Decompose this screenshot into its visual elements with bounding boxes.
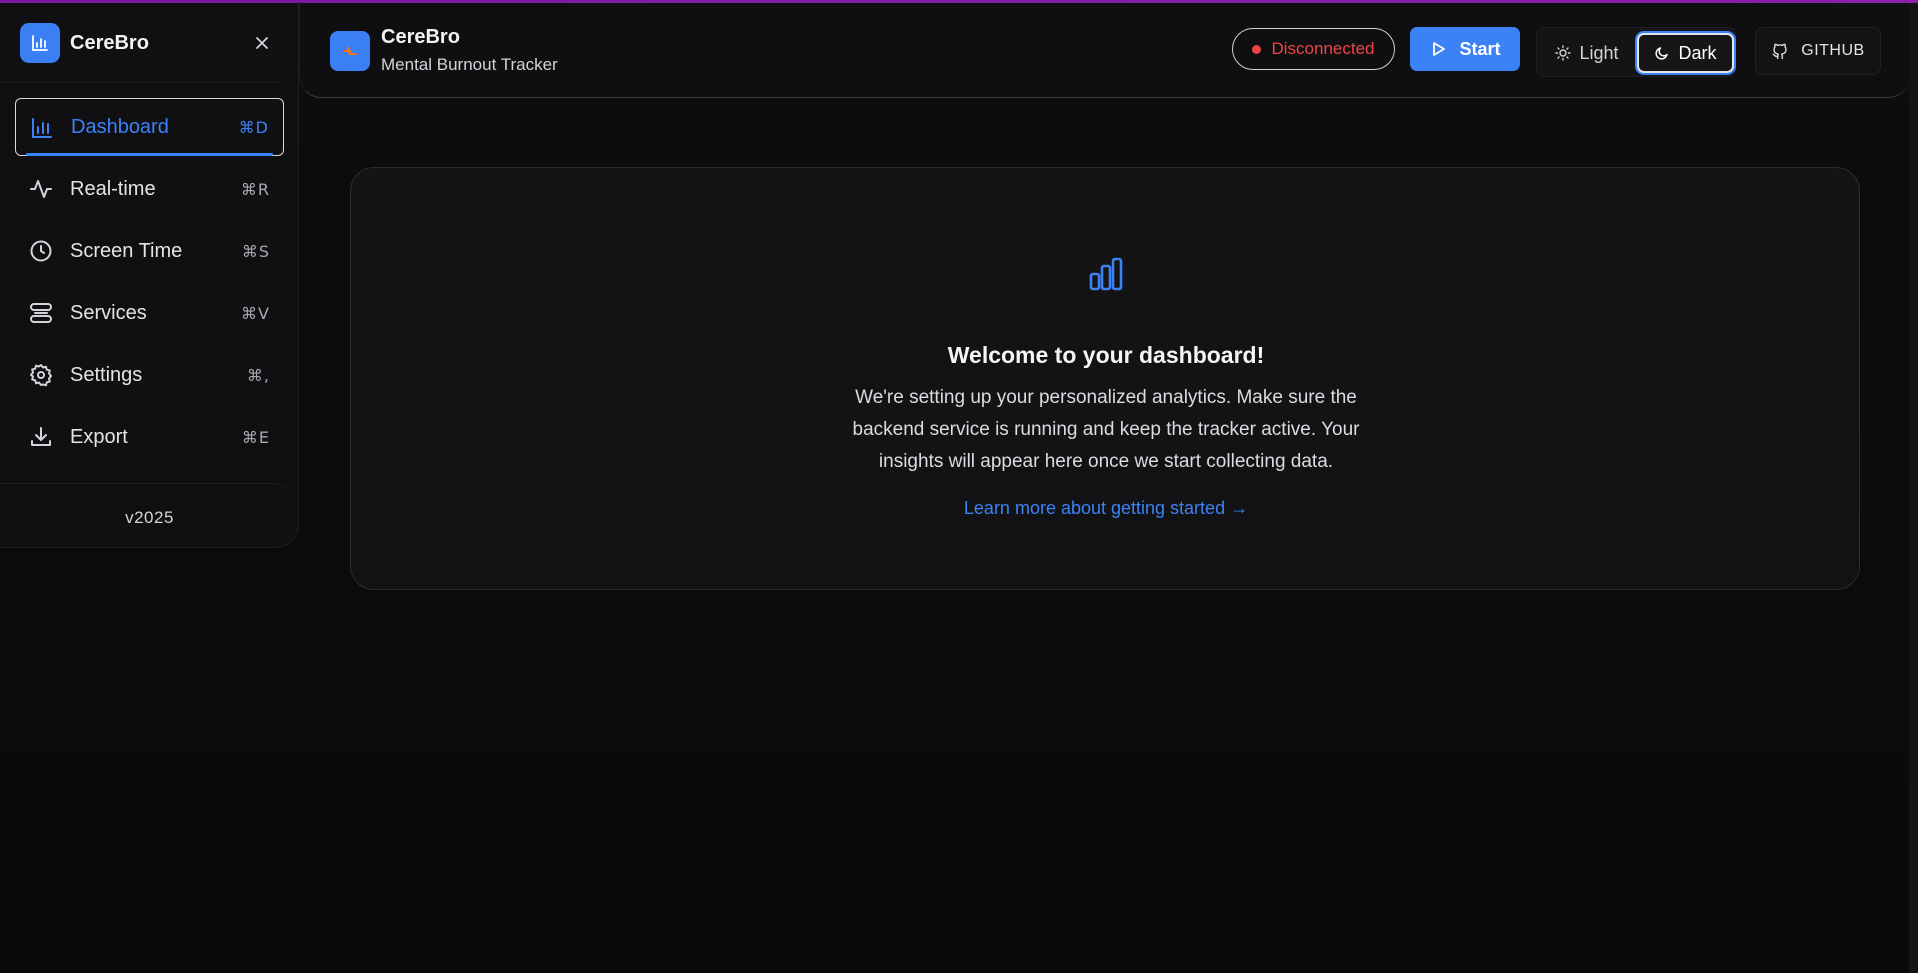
server-icon	[29, 301, 53, 325]
brand-logo-icon	[20, 23, 60, 63]
github-button[interactable]: GITHUB	[1755, 27, 1881, 75]
theme-toggle-group: Light Dark	[1536, 27, 1736, 77]
bar-chart-icon	[30, 116, 54, 140]
connection-status-badge: Disconnected	[1232, 28, 1395, 70]
sidebar: CereBro Dashboard ⌘D Real-time ⌘R Screen…	[0, 3, 299, 548]
clock-icon	[29, 239, 53, 263]
shortcut-hint: ⌘D	[238, 117, 269, 137]
github-icon	[1772, 43, 1787, 60]
shortcut-hint: ⌘S	[241, 241, 270, 261]
sidebar-item-label: Services	[70, 301, 147, 324]
sidebar-item-screen-time[interactable]: Screen Time ⌘S	[15, 222, 284, 280]
download-icon	[29, 425, 53, 449]
app-logo-icon	[330, 31, 370, 71]
brand-name: CereBro	[70, 32, 149, 54]
app-subtitle: Mental Burnout Tracker	[381, 55, 558, 74]
status-text: Disconnected	[1271, 39, 1375, 58]
close-sidebar-button[interactable]	[250, 31, 274, 55]
version-label: v2025	[125, 508, 174, 527]
sidebar-item-real-time[interactable]: Real-time ⌘R	[15, 160, 284, 218]
sun-icon	[1555, 45, 1572, 61]
sidebar-item-services[interactable]: Services ⌘V	[15, 284, 284, 342]
gear-icon	[29, 363, 53, 387]
shortcut-hint: ⌘R	[240, 179, 270, 199]
getting-started-link[interactable]: Learn more about getting started →	[351, 498, 1861, 519]
play-icon	[1433, 42, 1446, 56]
sidebar-item-label: Dashboard	[71, 115, 169, 138]
sidebar-item-label: Real-time	[70, 177, 156, 200]
start-button-label: Start	[1459, 38, 1501, 59]
shortcut-hint: ⌘E	[241, 427, 270, 447]
start-button[interactable]: Start	[1410, 27, 1520, 71]
sidebar-item-label: Settings	[70, 363, 143, 386]
sidebar-item-dashboard[interactable]: Dashboard ⌘D	[15, 98, 284, 156]
welcome-message: We're setting up your personalized analy…	[852, 387, 1360, 472]
activity-icon	[29, 177, 53, 201]
sidebar-item-label: Export	[70, 425, 128, 448]
bar-chart-icon	[1088, 256, 1124, 292]
shortcut-hint: ⌘V	[241, 303, 270, 323]
sidebar-footer: v2025	[0, 483, 299, 548]
welcome-title: Welcome to your dashboard!	[947, 342, 1265, 368]
theme-dark-button[interactable]: Dark	[1637, 33, 1734, 73]
theme-light-button[interactable]: Light	[1545, 33, 1629, 73]
sidebar-brand: CereBro	[0, 3, 299, 83]
app-title: CereBro	[381, 26, 460, 48]
github-label: GITHUB	[1801, 42, 1865, 59]
sidebar-nav: Dashboard ⌘D Real-time ⌘R Screen Time ⌘S	[15, 98, 284, 470]
sidebar-item-export[interactable]: Export ⌘E	[15, 408, 284, 466]
close-icon	[256, 37, 268, 49]
theme-dark-label: Dark	[1678, 42, 1717, 63]
status-dot-icon	[1252, 44, 1262, 54]
welcome-card: Welcome to your dashboard! We're setting…	[350, 167, 1860, 590]
top-header: CereBro Mental Burnout Tracker Disconnec…	[299, 3, 1910, 98]
theme-light-label: Light	[1579, 42, 1619, 63]
moon-icon	[1655, 47, 1669, 60]
sidebar-item-label: Screen Time	[70, 239, 183, 262]
sidebar-item-settings[interactable]: Settings ⌘,	[15, 346, 284, 404]
scrollbar-track[interactable]	[1909, 3, 1918, 973]
shortcut-hint: ⌘,	[246, 365, 270, 385]
